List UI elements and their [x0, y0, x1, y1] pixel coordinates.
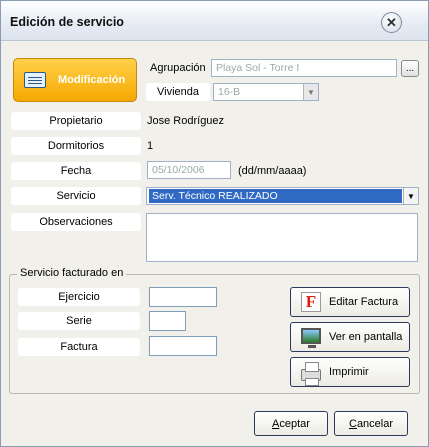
mode-label: Modificación — [58, 74, 126, 86]
ejercicio-input[interactable] — [149, 287, 217, 307]
fecha-label: Fecha — [11, 162, 141, 180]
serie-input[interactable] — [149, 311, 186, 331]
servicio-select[interactable]: Serv. Técnico REALIZADO ▼ — [146, 187, 419, 205]
print-label: Imprimir — [329, 366, 369, 378]
window-title: Edición de servicio — [10, 15, 124, 29]
browse-label: ... — [405, 63, 415, 74]
edit-service-dialog: Edición de servicio ✕ Modificación Agrup… — [0, 0, 429, 447]
ejercicio-label: Ejercicio — [18, 288, 140, 306]
fecha-value: 05/10/2006 — [152, 164, 205, 176]
printer-icon — [301, 362, 321, 386]
chevron-down-icon: ▼ — [403, 188, 418, 204]
agrupacion-value: Playa Sol - Torre I — [216, 62, 300, 74]
accept-button[interactable]: Aceptar — [254, 411, 328, 436]
form-edit-icon — [24, 72, 46, 88]
vivienda-select[interactable]: 16-B ▼ — [213, 83, 319, 101]
view-on-screen-button[interactable]: Ver en pantalla — [290, 322, 410, 352]
chevron-down-icon: ▼ — [303, 84, 318, 100]
view-on-screen-label: Ver en pantalla — [329, 331, 403, 343]
factura-input[interactable] — [149, 336, 217, 356]
agrupacion-field[interactable]: Playa Sol - Torre I — [211, 59, 397, 77]
billing-group-legend: Servicio facturado en — [17, 267, 127, 279]
cancel-button[interactable]: Cancelar — [334, 411, 408, 436]
dormitorios-label: Dormitorios — [11, 137, 141, 155]
propietario-label: Propietario — [11, 112, 141, 130]
invoice-f-icon: F — [301, 292, 321, 312]
servicio-label: Servicio — [11, 187, 141, 205]
dormitorios-value: 1 — [147, 140, 154, 152]
fecha-format-hint: (dd/mm/aaaa) — [238, 165, 307, 177]
close-button[interactable]: ✕ — [381, 12, 402, 33]
observaciones-textarea[interactable] — [146, 213, 418, 262]
vivienda-label: Vivienda — [146, 83, 210, 101]
edit-invoice-label: Editar Factura — [329, 296, 399, 308]
observaciones-label: Observaciones — [11, 213, 141, 231]
servicio-value: Serv. Técnico REALIZADO — [149, 189, 402, 203]
mode-badge: Modificación — [13, 58, 137, 102]
accept-label: Aceptar — [272, 417, 310, 430]
monitor-icon — [301, 328, 321, 348]
close-icon: ✕ — [386, 14, 397, 30]
fecha-input[interactable]: 05/10/2006 — [147, 161, 231, 179]
print-button[interactable]: Imprimir — [290, 357, 410, 387]
title-bar: Edición de servicio ✕ — [1, 1, 428, 41]
factura-label: Factura — [18, 338, 140, 356]
browse-agrupacion-button[interactable]: ... — [401, 60, 419, 77]
serie-label: Serie — [18, 312, 140, 330]
agrupacion-label: Agrupación — [150, 62, 206, 74]
vivienda-value: 16-B — [218, 86, 241, 98]
cancel-label: Cancelar — [348, 417, 394, 430]
edit-invoice-button[interactable]: F Editar Factura — [290, 287, 410, 317]
propietario-value: Jose Rodríguez — [147, 115, 225, 127]
